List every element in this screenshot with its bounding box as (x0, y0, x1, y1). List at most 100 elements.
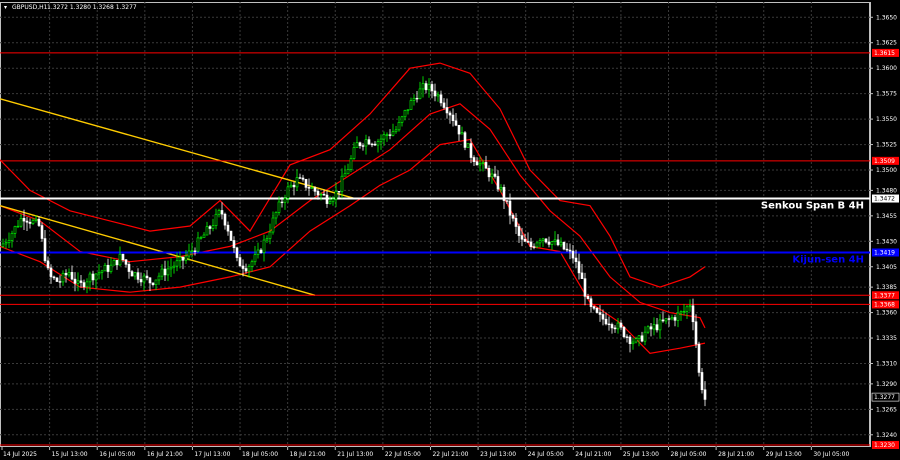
candle-body (682, 310, 686, 313)
candle-body (613, 327, 617, 330)
candle-body (250, 261, 254, 267)
candle-body (589, 298, 593, 307)
candle-body (331, 198, 335, 203)
candle-body (229, 230, 233, 241)
candle-body (607, 323, 611, 326)
candle-body (175, 260, 179, 267)
candle-body (121, 253, 125, 260)
level-price-label: 1.3472 (874, 196, 895, 203)
candle-body (160, 268, 164, 277)
candle-body (31, 220, 35, 224)
candle-body (286, 186, 290, 199)
candle-body (493, 173, 497, 177)
candle-body (547, 241, 551, 245)
candle-body (634, 338, 638, 343)
level-price-label: 1.3368 (874, 301, 895, 308)
y-tick-label: 1.3525 (876, 142, 897, 149)
candle-body (580, 272, 584, 279)
y-tick-label: 1.3335 (876, 335, 897, 342)
candle-body (34, 218, 38, 221)
candle-body (562, 241, 566, 250)
candle-body (370, 143, 374, 146)
candle-body (298, 177, 302, 179)
y-tick-label: 1.3625 (876, 40, 897, 47)
candle-body (508, 200, 512, 216)
candle-body (460, 132, 464, 135)
candle-body (169, 266, 173, 270)
candle-body (661, 319, 665, 322)
candle-body (322, 193, 326, 196)
candle-body (355, 142, 359, 148)
candle-body (334, 190, 338, 200)
candle-body (139, 279, 143, 283)
candle-body (628, 336, 632, 345)
candle-body (109, 264, 113, 272)
candle-body (463, 132, 467, 148)
candle-body (172, 265, 176, 268)
candle-body (52, 276, 56, 279)
x-tick-label: 17 Jul 13:00 (194, 451, 230, 458)
candle-body (226, 224, 230, 232)
x-tick-label: 22 Jul 21:00 (432, 451, 468, 458)
candle-body (376, 141, 380, 146)
candle-body (97, 271, 101, 275)
level-name-label: Kijun-sen 4H (792, 255, 864, 266)
candle-body (238, 257, 242, 267)
candle-body (622, 326, 626, 338)
candle-body (133, 272, 137, 277)
candle-body (61, 273, 65, 283)
plot-frame (0, 2, 870, 447)
candle-body (37, 218, 41, 226)
candle-body (166, 268, 170, 276)
candle-body (283, 197, 287, 203)
candle-body (478, 162, 482, 166)
price-chart: 1.3615 1.3509 Senkou Span B 4H 1.3472 Kijun-… (0, 2, 900, 458)
candle-body (556, 239, 560, 246)
candle-body (70, 272, 74, 280)
candle-body (91, 273, 95, 281)
candle-body (256, 249, 260, 255)
candle-body (430, 84, 434, 92)
candle-body (568, 249, 572, 252)
ohlc-label: 1.3272 1.3280 1.3268 1.3277 (47, 4, 137, 11)
candle-body (655, 324, 659, 331)
candle-body (295, 177, 299, 188)
candle-body (328, 201, 332, 204)
candle-body (439, 94, 443, 104)
candle-body (529, 241, 533, 248)
candle-body (433, 90, 437, 97)
candle-body (700, 372, 704, 391)
candle-body (436, 94, 440, 97)
x-tick-label: 18 Jul 21:00 (290, 451, 326, 458)
y-tick-label: 1.3265 (876, 406, 897, 413)
y-tick-label: 1.3600 (876, 65, 897, 72)
grid (0, 2, 870, 447)
candle-body (346, 169, 350, 175)
candle-body (196, 237, 200, 252)
candle-body (244, 268, 248, 272)
candle-body (577, 261, 581, 274)
y-tick-label: 1.3310 (876, 360, 897, 367)
candle-body (571, 250, 575, 259)
candle-body (610, 324, 614, 329)
candle-body (415, 97, 419, 100)
candle-body (106, 264, 110, 272)
candle-body (676, 312, 680, 321)
candle-body (526, 241, 530, 243)
candle-body (703, 389, 707, 400)
y-tick-label: 1.3480 (876, 187, 897, 194)
candle-body (643, 331, 647, 342)
candle-body (289, 184, 293, 188)
x-tick-label: 23 Jul 13:00 (480, 451, 516, 458)
candle-body (649, 326, 653, 330)
x-tick-label: 25 Jul 13:00 (623, 451, 659, 458)
candle-body (520, 235, 524, 240)
candle-body (127, 264, 131, 272)
candle-body (619, 322, 623, 328)
candle-body (487, 168, 491, 178)
candle-body (178, 256, 182, 262)
candle-body (325, 194, 329, 204)
candle-body (292, 184, 296, 188)
y-tick-label: 1.3290 (876, 381, 897, 388)
candle-body (337, 190, 341, 193)
